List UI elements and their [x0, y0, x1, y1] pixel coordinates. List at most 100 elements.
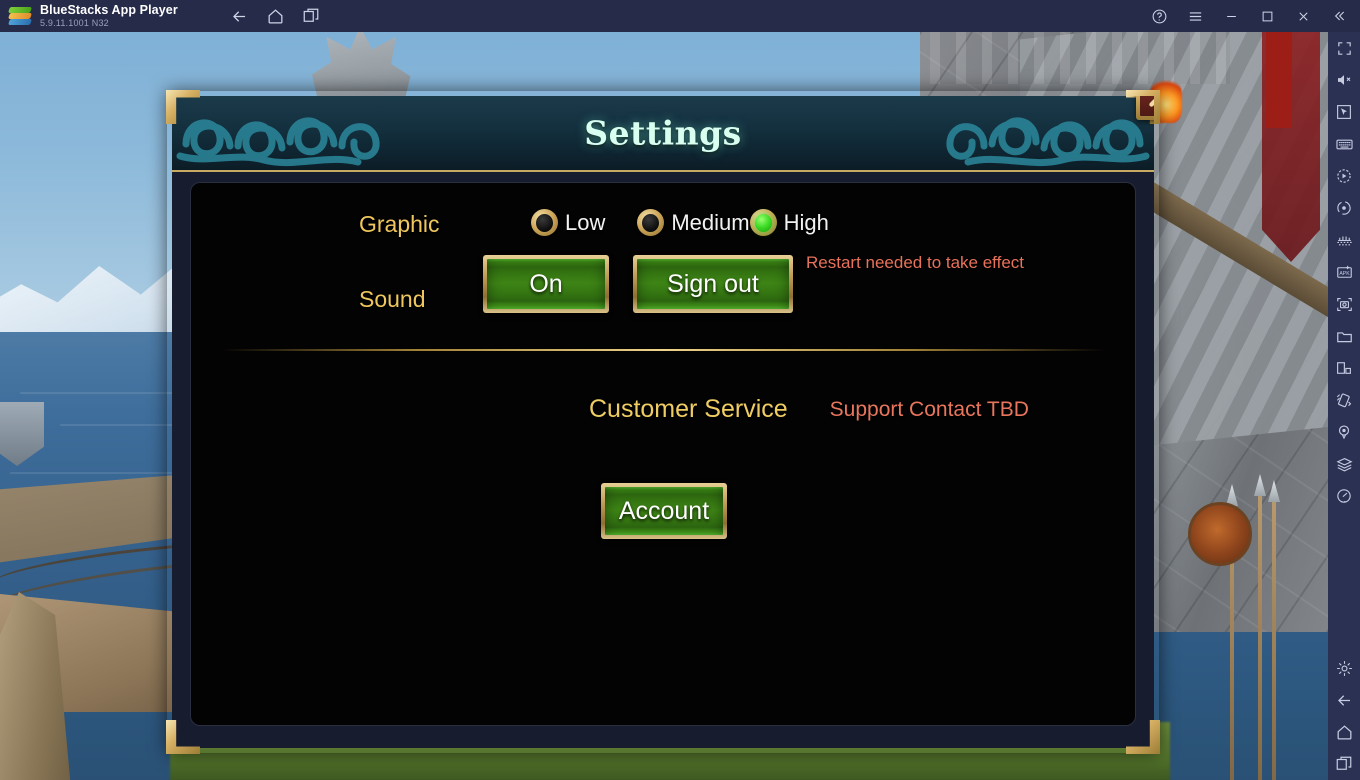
sound-toggle-label: On [529, 269, 563, 298]
app-version: 5.9.11.1001 N32 [40, 18, 109, 28]
dialog-body: Graphic Low Medium High Restart needed t… [190, 182, 1136, 726]
background-knotwork-trim [930, 32, 1230, 84]
home-icon [268, 8, 282, 23]
speaker-mute-icon [1338, 75, 1351, 85]
hamburger-menu-icon [1189, 11, 1201, 21]
sidebar-item-screenshot[interactable] [1328, 288, 1360, 320]
account-button[interactable]: Account [601, 483, 727, 539]
graphic-label: Graphic [359, 211, 440, 237]
close-dialog-button-face [1140, 96, 1154, 116]
radio-icon-low [531, 209, 558, 236]
menu-button[interactable] [1178, 1, 1212, 31]
close-window-button[interactable] [1286, 1, 1320, 31]
titlebar-window-controls [1142, 1, 1360, 31]
svg-text:APK: APK [1339, 270, 1350, 276]
collapse-sidebar-button[interactable] [1322, 1, 1356, 31]
sound-toggle-button-face: On [487, 259, 605, 309]
customer-service-label: Customer Service [589, 395, 788, 423]
account-button-wrapper: Account [601, 483, 727, 539]
graphic-row: Graphic [359, 211, 440, 238]
section-divider [221, 349, 1105, 351]
window-titlebar: BlueStacks App Player 5.9.11.1001 N32 [0, 0, 1360, 32]
settings-dialog-inner: Settings Graphic Low Medium High Restart… [166, 90, 1160, 754]
layers-icon [1335, 457, 1353, 471]
sidebar-item-macro[interactable] [1328, 160, 1360, 192]
sidebar-item-multi-instance[interactable] [1328, 224, 1360, 256]
help-button[interactable] [1142, 1, 1176, 31]
rotate-icon [1337, 201, 1351, 215]
support-contact-value: Support Contact TBD [829, 397, 1029, 421]
titlebar-nav-group [224, 2, 326, 30]
sign-out-button[interactable]: Sign out [633, 255, 793, 313]
copy-windows-icon [1336, 756, 1352, 770]
copy-windows-icon [303, 8, 319, 22]
sidebar-item-android-home[interactable] [1328, 716, 1360, 748]
sidebar-item-rotate[interactable] [1328, 192, 1360, 224]
maximize-button[interactable] [1250, 1, 1284, 31]
sound-label: Sound [359, 286, 426, 312]
sidebar-item-game-controls[interactable] [1328, 96, 1360, 128]
sidebar-item-location[interactable] [1328, 416, 1360, 448]
sound-toggle-button[interactable]: On [483, 255, 609, 313]
sign-out-label: Sign out [667, 269, 759, 298]
home-icon [1337, 724, 1351, 739]
sound-row: Sound [359, 286, 426, 313]
sidebar-item-layers[interactable] [1328, 448, 1360, 480]
graphic-option-low[interactable]: Low [531, 209, 605, 236]
restart-note: Restart needed to take effect [806, 253, 1024, 272]
graphic-option-medium[interactable]: Medium [637, 209, 750, 236]
back-button[interactable] [224, 2, 254, 30]
cursor-pointer-icon [1337, 105, 1351, 119]
sidebar-item-shake[interactable] [1328, 384, 1360, 416]
sidebar-item-mute[interactable] [1328, 64, 1360, 96]
camera-screenshot-icon [1336, 297, 1352, 311]
game-viewport: Settings Graphic Low Medium High Restart… [0, 32, 1328, 780]
location-pin-icon [1338, 425, 1350, 440]
sidebar-item-android-back[interactable] [1328, 684, 1360, 716]
macro-play-icon [1337, 169, 1351, 183]
graphic-option-high-label: High [783, 209, 829, 235]
gear-icon [1336, 660, 1352, 676]
bluestacks-sidebar: APK [1328, 32, 1360, 780]
chevron-double-left-icon [1334, 11, 1345, 21]
graphic-option-high[interactable]: High [749, 209, 829, 236]
background-spear [1272, 498, 1276, 780]
minimize-icon [1226, 15, 1236, 17]
sidebar-item-trim-memory[interactable] [1328, 480, 1360, 512]
background-red-trim [1266, 32, 1292, 128]
folder-icon [1336, 331, 1352, 342]
shake-device-icon [1337, 393, 1352, 408]
recents-button[interactable] [296, 2, 326, 30]
split-window-icon [1337, 362, 1351, 374]
graphic-option-low-label: Low [565, 209, 606, 235]
home-button[interactable] [260, 2, 290, 30]
fullscreen-icon [1337, 41, 1351, 55]
account-button-face: Account [605, 487, 723, 535]
sidebar-item-eco-mode[interactable] [1328, 352, 1360, 384]
corner-ornament-bottom-right [1126, 720, 1160, 754]
radio-icon-high [749, 209, 777, 236]
apk-install-icon: APK [1336, 265, 1352, 278]
minimize-button[interactable] [1214, 1, 1248, 31]
radio-icon-medium [637, 209, 665, 236]
background-spear [1258, 492, 1262, 780]
arrow-left-icon [232, 10, 245, 22]
bluestacks-logo [0, 7, 40, 25]
graphic-radio-group: Low Medium High [531, 209, 829, 236]
sidebar-item-fullscreen[interactable] [1328, 32, 1360, 64]
close-x-icon [1149, 98, 1154, 107]
background-shield [1188, 502, 1252, 566]
sidebar-item-keyboard[interactable] [1328, 128, 1360, 160]
sidebar-item-media-manager[interactable] [1328, 320, 1360, 352]
question-circle-icon [1152, 9, 1166, 23]
dialog-header: Settings [172, 96, 1154, 172]
titlebar-text-group: BlueStacks App Player 5.9.11.1001 N32 [40, 3, 210, 29]
sidebar-item-android-recents[interactable] [1328, 748, 1360, 780]
sidebar-item-install-apk[interactable]: APK [1328, 256, 1360, 288]
sign-out-button-face: Sign out [637, 259, 789, 309]
close-dialog-button[interactable] [1136, 96, 1154, 120]
arrow-left-icon [1337, 694, 1350, 706]
sidebar-item-settings[interactable] [1328, 652, 1360, 684]
close-x-icon [1298, 11, 1308, 21]
settings-dialog: Settings Graphic Low Medium High Restart… [166, 90, 1160, 754]
